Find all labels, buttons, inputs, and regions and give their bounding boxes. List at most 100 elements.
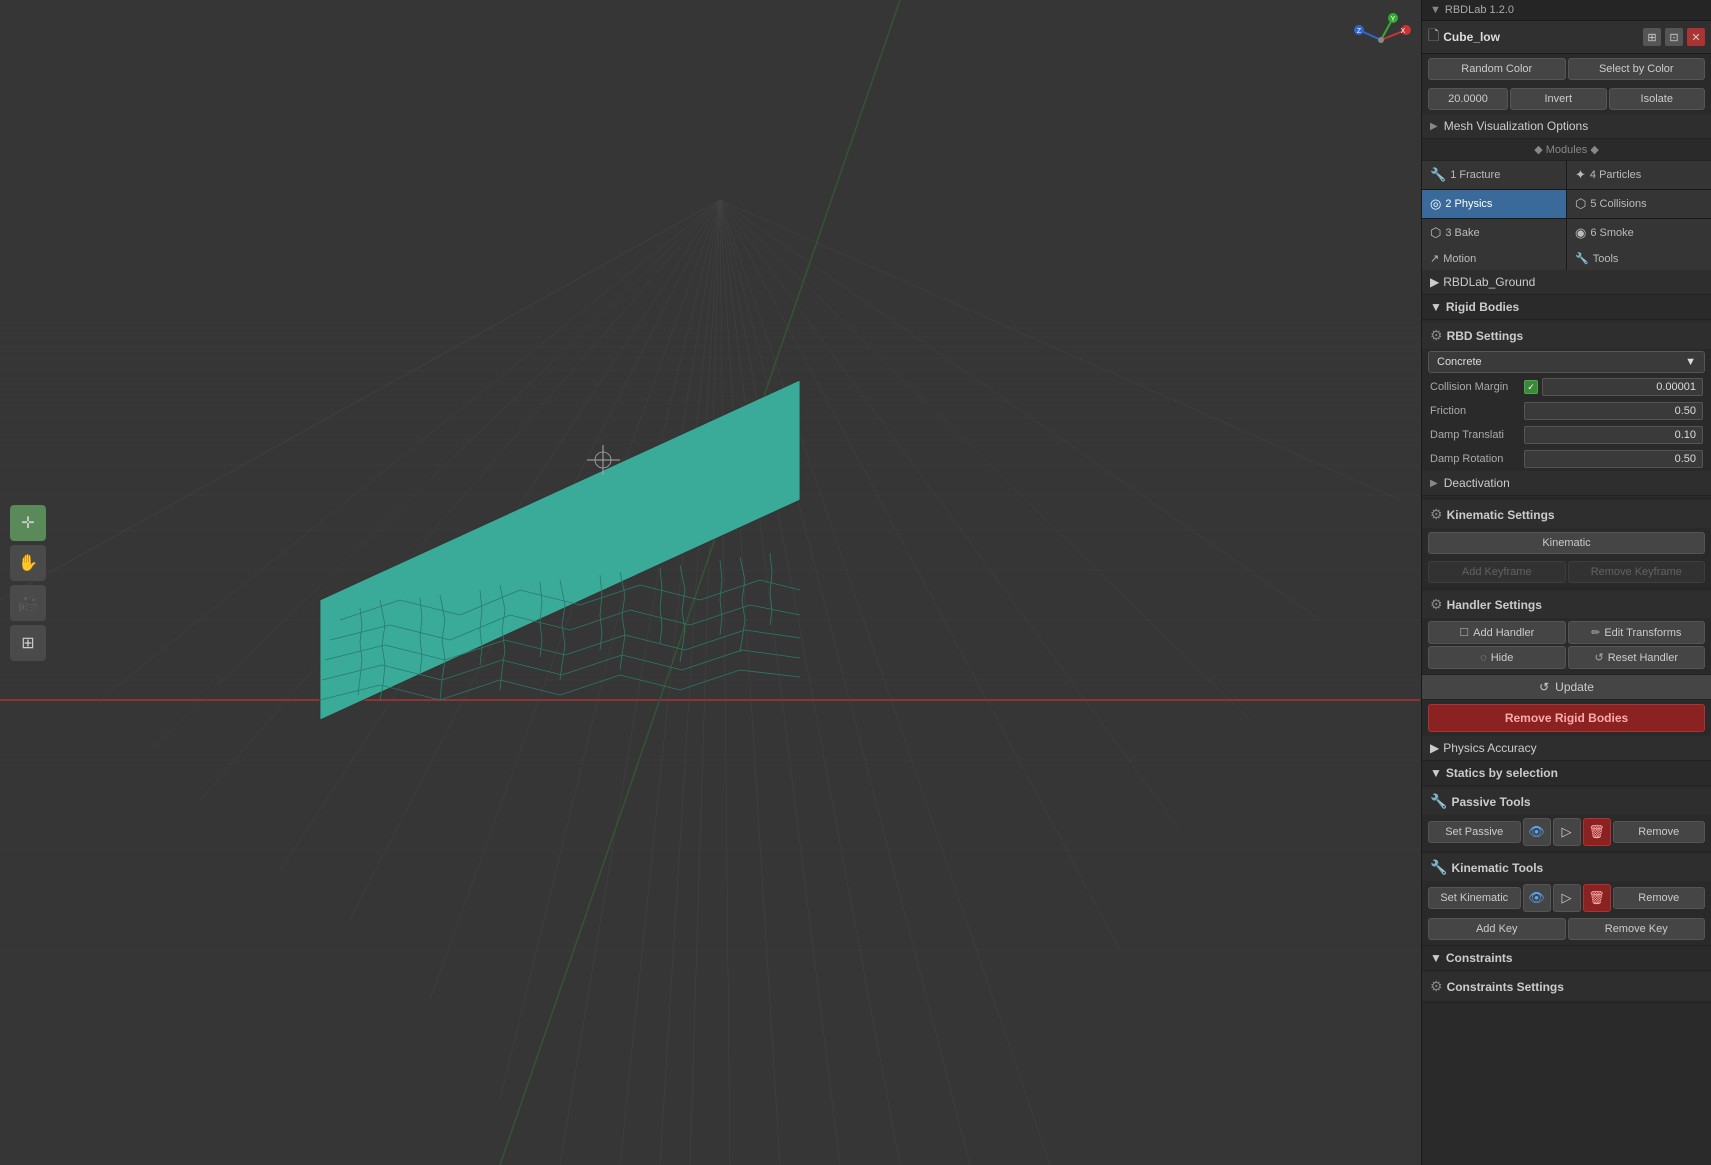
physics-accuracy-section[interactable]: ▶ Physics Accuracy: [1422, 736, 1711, 761]
tools-label: Tools: [1593, 253, 1619, 265]
damp-translati-label: Damp Translati: [1430, 429, 1520, 441]
modules-header: ◆ Modules ◆: [1422, 139, 1711, 161]
isolate-btn[interactable]: Isolate: [1609, 88, 1706, 110]
color-btn-row: Random Color Select by Color: [1422, 54, 1711, 84]
collision-margin-checkbox[interactable]: ✓: [1524, 380, 1538, 394]
passive-eye-btn[interactable]: 👁: [1523, 818, 1551, 846]
rbd-settings-header[interactable]: ⚙ RBD Settings: [1422, 322, 1711, 349]
damp-rotation-value[interactable]: 0.50: [1524, 450, 1703, 468]
update-icon: ↺: [1539, 680, 1549, 694]
handler-settings-header[interactable]: ⚙ Handler Settings: [1422, 591, 1711, 618]
deactivation-tri: ▶: [1430, 478, 1438, 489]
tab-expand2-btn[interactable]: ⊡: [1665, 28, 1683, 46]
kinematic-key-btns: Add Key Remove Key: [1422, 915, 1711, 943]
constraints-tri: ▼: [1430, 951, 1442, 965]
move-tool[interactable]: ✋: [10, 545, 46, 581]
passive-remove-btn[interactable]: Remove: [1613, 821, 1706, 843]
tools-icon: 🔧: [1575, 252, 1589, 265]
set-passive-btn[interactable]: Set Passive: [1428, 821, 1521, 843]
module-particles[interactable]: ✦ 4 Particles: [1567, 161, 1711, 189]
constraints-settings-section: ⚙ Constraints Settings: [1422, 971, 1711, 1003]
select-by-color-btn[interactable]: Select by Color: [1568, 58, 1706, 80]
module-collisions[interactable]: ⬡ 5 Collisions: [1567, 190, 1711, 218]
reset-handler-btn[interactable]: ↺ Reset Handler: [1568, 646, 1706, 669]
mesh-viz-toggle[interactable]: ▶ Mesh Visualization Options: [1422, 114, 1711, 139]
tab-expand-btn[interactable]: ⊞: [1643, 28, 1661, 46]
module-smoke[interactable]: ◉ 6 Smoke: [1567, 219, 1711, 247]
statics-section[interactable]: ▼ Statics by selection: [1422, 761, 1711, 786]
camera-tool[interactable]: 🎥: [10, 585, 46, 621]
damp-rotation-label: Damp Rotation: [1430, 453, 1520, 465]
update-label: Update: [1555, 680, 1594, 694]
version-label: RBDLab 1.2.0: [1445, 4, 1514, 16]
smoke-label: 6 Smoke: [1590, 227, 1633, 239]
preset-dropdown[interactable]: Concrete ▼: [1428, 351, 1705, 373]
module-fracture[interactable]: 🔧 1 Fracture: [1422, 161, 1566, 189]
damp-translati-value[interactable]: 0.10: [1524, 426, 1703, 444]
kinematic-settings-header[interactable]: ⚙ Kinematic Settings: [1422, 501, 1711, 528]
kinematic-settings-icon: ⚙: [1430, 506, 1443, 523]
kinematic-eye-btn[interactable]: 👁: [1523, 884, 1551, 912]
friction-value[interactable]: 0.50: [1524, 402, 1703, 420]
particles-label: 4 Particles: [1590, 169, 1641, 181]
remove-key-btn[interactable]: Remove Key: [1568, 918, 1706, 940]
kinematic-trash-btn[interactable]: 🗑: [1583, 884, 1611, 912]
deactivation-toggle[interactable]: ▶ Deactivation: [1422, 471, 1711, 496]
kinematic-tri-btn[interactable]: ▷: [1553, 884, 1581, 912]
collision-margin-value[interactable]: 0.00001: [1542, 378, 1703, 396]
particles-icon: ✦: [1575, 167, 1586, 183]
passive-tri-btn[interactable]: ▷: [1553, 818, 1581, 846]
kinematic-btn[interactable]: Kinematic: [1428, 532, 1705, 554]
kinematic-tools-section: 🔧 Kinematic Tools Set Kinematic 👁 ▷ 🗑 Re…: [1422, 852, 1711, 946]
collisions-label: 5 Collisions: [1590, 198, 1646, 210]
viewport[interactable]: ✛ ✋ 🎥 ⊞ X Y Z: [0, 0, 1421, 1165]
set-kinematic-btn[interactable]: Set Kinematic: [1428, 887, 1521, 909]
cursor-tool[interactable]: ✛: [10, 505, 46, 541]
add-key-btn[interactable]: Add Key: [1428, 918, 1566, 940]
hide-btn[interactable]: ◌ Hide: [1428, 646, 1566, 669]
add-keyframe-btn[interactable]: Add Keyframe: [1428, 561, 1566, 583]
remove-keyframe-btn[interactable]: Remove Keyframe: [1568, 561, 1706, 583]
passive-tools-icon: 🔧: [1430, 793, 1447, 810]
fracture-icon: 🔧: [1430, 167, 1446, 183]
rbd-ground-tri: ▶: [1430, 275, 1439, 289]
kinematic-tools-header[interactable]: 🔧 Kinematic Tools: [1422, 854, 1711, 881]
axis-gizmo[interactable]: X Y Z: [1351, 10, 1411, 70]
random-color-btn[interactable]: Random Color: [1428, 58, 1566, 80]
module-bake[interactable]: ⬡ 3 Bake: [1422, 219, 1566, 247]
module-physics[interactable]: ◎ 2 Physics: [1422, 190, 1566, 218]
passive-tools-row: Set Passive 👁 ▷ 🗑 Remove: [1422, 815, 1711, 849]
grid-tool[interactable]: ⊞: [10, 625, 46, 661]
passive-tools-label: Passive Tools: [1451, 795, 1530, 809]
physics-accuracy-tri: ▶: [1430, 741, 1439, 755]
svg-text:X: X: [1401, 28, 1406, 35]
grid-canvas: [0, 0, 1421, 1165]
dropdown-chevron: ▼: [1685, 356, 1696, 368]
tab-header: 🗋 Cube_low ⊞ ⊡ ✕: [1422, 21, 1711, 54]
rigid-bodies-header[interactable]: ▼ Rigid Bodies: [1422, 295, 1711, 320]
value-field[interactable]: 20.0000: [1428, 88, 1508, 110]
edit-transforms-btn[interactable]: ✏ Edit Transforms: [1568, 621, 1706, 644]
handler-btns-grid: ☐ Add Handler ✏ Edit Transforms ◌ Hide ↺…: [1422, 618, 1711, 672]
update-btn[interactable]: ↺ Update: [1422, 675, 1711, 700]
handler-settings-section: ⚙ Handler Settings ☐ Add Handler ✏ Edit …: [1422, 589, 1711, 675]
passive-trash-btn[interactable]: 🗑: [1583, 818, 1611, 846]
passive-tools-header[interactable]: 🔧 Passive Tools: [1422, 788, 1711, 815]
module-motion[interactable]: ↗ Motion: [1422, 247, 1566, 270]
physics-accuracy-label: Physics Accuracy: [1443, 741, 1536, 755]
constraints-section[interactable]: ▼ Constraints: [1422, 946, 1711, 971]
motion-icon: ↗: [1430, 252, 1439, 265]
invert-btn[interactable]: Invert: [1510, 88, 1607, 110]
collision-margin-row: Collision Margin ✓ 0.00001: [1422, 375, 1711, 399]
constraints-settings-header[interactable]: ⚙ Constraints Settings: [1422, 973, 1711, 1000]
module-tools[interactable]: 🔧 Tools: [1567, 247, 1711, 270]
remove-rigid-bodies-btn[interactable]: Remove Rigid Bodies: [1428, 704, 1705, 732]
keyframe-btn-row: Add Keyframe Remove Keyframe: [1422, 558, 1711, 586]
rbd-ground-section[interactable]: ▶ RBDLab_Ground: [1422, 270, 1711, 295]
collision-margin-label: Collision Margin: [1430, 381, 1520, 393]
version-chevron: ▼: [1430, 4, 1441, 16]
kinematic-settings-label: Kinematic Settings: [1447, 508, 1555, 522]
kinematic-remove-btn[interactable]: Remove: [1613, 887, 1706, 909]
tab-close-btn[interactable]: ✕: [1687, 28, 1705, 46]
add-handler-btn[interactable]: ☐ Add Handler: [1428, 621, 1566, 644]
